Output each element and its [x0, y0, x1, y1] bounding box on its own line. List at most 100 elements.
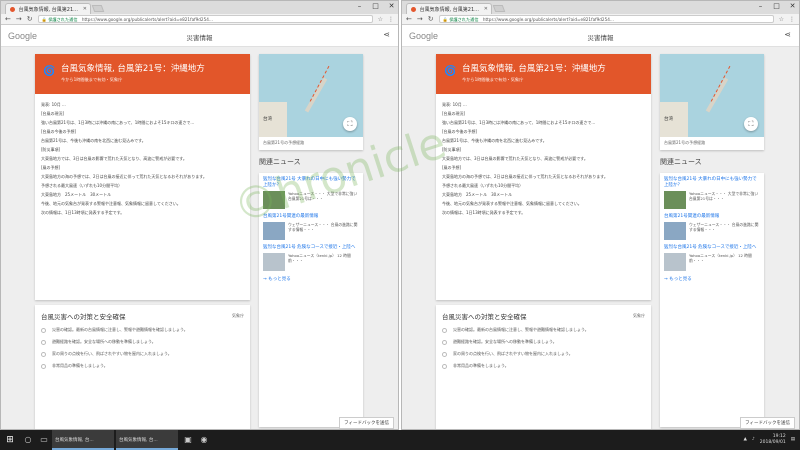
safety-step: 避難経路を確認。安全な場所への移動を準備しましょう。	[442, 339, 645, 345]
storm-map[interactable]: 台湾 ⛶	[660, 54, 764, 137]
news-snippet: Yahooニュース（tenki.jp） 12 時間前・・・	[288, 253, 351, 263]
chrome-icon[interactable]: ◉	[196, 430, 212, 450]
back-icon[interactable]: ←	[5, 15, 11, 23]
new-tab-button[interactable]	[492, 5, 506, 12]
task-view-icon[interactable]: ▭	[36, 430, 52, 450]
close-tab-icon[interactable]: ✕	[83, 6, 87, 12]
news-headline[interactable]: 台風第21号関連の最新情報	[664, 214, 760, 220]
windows-start-icon[interactable]: ⊞	[0, 435, 20, 445]
news-headline[interactable]: 台風第21号関連の最新情報	[263, 214, 359, 220]
address-bar[interactable]: 🔒 保護された通信 https://www.google.org/publica…	[438, 15, 774, 23]
map-caption: 台風第21号の予想経路	[664, 140, 706, 145]
address-bar[interactable]: 🔒 保護された通信 https://www.google.org/publica…	[37, 15, 373, 23]
volume-icon[interactable]: ♪	[752, 437, 755, 443]
back-icon[interactable]: ←	[406, 15, 412, 23]
safety-step: 災害の確認。最新の台風情報に注意し、警報や避難情報を確認しましょう。	[41, 327, 244, 333]
step-dot-icon	[41, 352, 46, 357]
alert-card: 🌀 台風気象情報, 台風第21号：沖縄地方 今から1時間後まで有効・気象庁 発表…	[436, 54, 651, 300]
more-news-label: もっと見る	[669, 277, 692, 282]
secure-label: 保護された通信	[449, 17, 479, 22]
safety-step: 災害の確認。最新の台風情報に注意し、警報や避難情報を確認しましょう。	[442, 327, 645, 333]
news-thumbnail[interactable]	[263, 191, 285, 209]
page-title: 災害情報	[186, 34, 213, 42]
bookmark-star-icon[interactable]: ☆	[378, 16, 383, 23]
close-window-icon[interactable]: ✕	[788, 2, 797, 10]
news-item[interactable]: 台風第21号関連の最新情報 ウェザーニュース・・・ 台風の進路に関する情報・・・	[263, 214, 359, 240]
step-dot-icon	[442, 328, 447, 333]
news-thumbnail[interactable]	[664, 253, 686, 271]
notifications-icon[interactable]: ▤	[791, 437, 795, 443]
alert-body: 発表: 10月 ... [台風の現況] 強い台風第21号は、1日3時には沖縄の南…	[436, 94, 651, 227]
news-card: 猛烈な台風21号 大暴れの日中にも強い勢力で上陸か？ Yahooニュース・・・ …	[259, 173, 363, 427]
tab-strip: 台風気象情報, 台風第21... ✕ – □ ✕	[1, 1, 398, 14]
map-card[interactable]: 台湾 ⛶ 台風第21号の予想経路	[660, 54, 764, 150]
news-item[interactable]: 猛烈な台風21号 危険なコースで接近・上陸へ Yahooニュース（tenki.j…	[263, 245, 359, 271]
body-line: 大東島地方 25メートル 30メートル	[41, 192, 112, 197]
file-explorer-icon[interactable]: ▣	[180, 430, 196, 450]
body-line: [台風の現況]	[442, 111, 466, 116]
fullscreen-icon[interactable]: ⛶	[744, 117, 758, 131]
share-icon[interactable]: ⋖	[383, 30, 390, 39]
map-card[interactable]: 台湾 ⛶ 台風第21号の予想経路	[259, 54, 363, 150]
network-icon[interactable]: ▲	[743, 437, 746, 443]
safety-card: 台風災害への対策と安全確保 気象庁 災害の確認。最新の台風情報に注意し、警報や避…	[35, 305, 250, 429]
minimize-icon[interactable]: –	[756, 2, 765, 10]
reload-icon[interactable]: ↻	[27, 15, 33, 23]
step-dot-icon	[41, 340, 46, 345]
safety-step: 非常用品の準備をしましょう。	[442, 363, 645, 369]
news-headline[interactable]: 猛烈な台風21号 大暴れの日中にも強い勢力で上陸か？	[664, 177, 760, 189]
map-label: 台湾	[263, 117, 272, 122]
news-thumbnail[interactable]	[664, 222, 686, 240]
forward-icon[interactable]: →	[16, 15, 22, 23]
map-label: 台湾	[664, 117, 673, 122]
tab-title: 台風気象情報, 台風第21...	[18, 7, 78, 13]
new-tab-button[interactable]	[91, 5, 105, 12]
maximize-icon[interactable]: □	[772, 2, 781, 10]
news-item[interactable]: 猛烈な台風21号 大暴れの日中にも強い勢力で上陸か？ Yahooニュース・・・ …	[664, 177, 760, 209]
clock[interactable]: 19:12 2018/09/01	[760, 434, 786, 446]
menu-icon[interactable]: ⋮	[388, 16, 394, 23]
reload-icon[interactable]: ↻	[428, 15, 434, 23]
news-headline[interactable]: 猛烈な台風21号 危険なコースで接近・上陸へ	[664, 245, 760, 251]
news-snippet: Yahooニュース・・・ 大型で非常に強い台風第21号は・・・	[288, 191, 358, 201]
taskbar-app[interactable]: 台風気象情報, 台...	[52, 430, 114, 450]
news-item[interactable]: 猛烈な台風21号 大暴れの日中にも強い勢力で上陸か？ Yahooニュース・・・ …	[263, 177, 359, 209]
more-news-link[interactable]: → もっと見る	[664, 276, 760, 282]
page-header: Google 災害情報 ⋖	[402, 25, 799, 47]
feedback-button[interactable]: フィードバックを送信	[339, 417, 394, 429]
close-window-icon[interactable]: ✕	[387, 2, 396, 10]
feedback-button[interactable]: フィードバックを送信	[740, 417, 795, 429]
fullscreen-icon[interactable]: ⛶	[343, 117, 357, 131]
taskbar: ⊞ ○ ▭ 台風気象情報, 台... 台風気象情報, 台... ▣ ◉ ▲ ♪ …	[0, 430, 800, 450]
body-line: 予想される最大風速（いずれも10分間平均）	[41, 183, 123, 188]
share-icon[interactable]: ⋖	[784, 30, 791, 39]
minimize-icon[interactable]: –	[355, 2, 364, 10]
search-icon[interactable]: ○	[20, 430, 36, 450]
body-line: [台風の今後の予想]	[41, 129, 77, 134]
browser-tab[interactable]: 台風気象情報, 台風第21... ✕	[406, 3, 492, 14]
menu-icon[interactable]: ⋮	[789, 16, 795, 23]
taskbar-app[interactable]: 台風気象情報, 台...	[116, 430, 178, 450]
more-news-link[interactable]: → もっと見る	[263, 276, 359, 282]
news-thumbnail[interactable]	[263, 222, 285, 240]
close-tab-icon[interactable]: ✕	[484, 6, 488, 12]
maximize-icon[interactable]: □	[371, 2, 380, 10]
body-line: [台風の現況]	[41, 111, 65, 116]
news-section-title: 関連ニュース	[259, 158, 301, 166]
body-line: 大東島地方の海の予想では、2日は台風の接近に伴って荒れた天気となるおそれがありま…	[442, 174, 608, 179]
bookmark-star-icon[interactable]: ☆	[779, 16, 784, 23]
news-thumbnail[interactable]	[263, 253, 285, 271]
window-controls: – □ ✕	[756, 2, 797, 10]
news-item[interactable]: 猛烈な台風21号 危険なコースで接近・上陸へ Yahooニュース（tenki.j…	[664, 245, 760, 271]
news-headline[interactable]: 猛烈な台風21号 危険なコースで接近・上陸へ	[263, 245, 359, 251]
news-thumbnail[interactable]	[664, 191, 686, 209]
news-item[interactable]: 台風第21号関連の最新情報 ウェザーニュース・・・ 台風の進路に関する情報・・・	[664, 214, 760, 240]
forward-icon[interactable]: →	[417, 15, 423, 23]
browser-tab[interactable]: 台風気象情報, 台風第21... ✕	[5, 3, 91, 14]
storm-map[interactable]: 台湾 ⛶	[259, 54, 363, 137]
body-line: 今後、地元の気象台が発表する警報や注意報、気象情報に留意してください。	[442, 201, 582, 206]
page-header: Google 災害情報 ⋖	[1, 25, 398, 47]
toolbar: ← → ↻ 🔒 保護された通信 https://www.google.org/p…	[1, 14, 398, 25]
news-headline[interactable]: 猛烈な台風21号 大暴れの日中にも強い勢力で上陸か？	[263, 177, 359, 189]
alert-body: 発表: 10月 ... [台風の現況] 強い台風第21号は、1日3時には沖縄の南…	[35, 94, 250, 227]
